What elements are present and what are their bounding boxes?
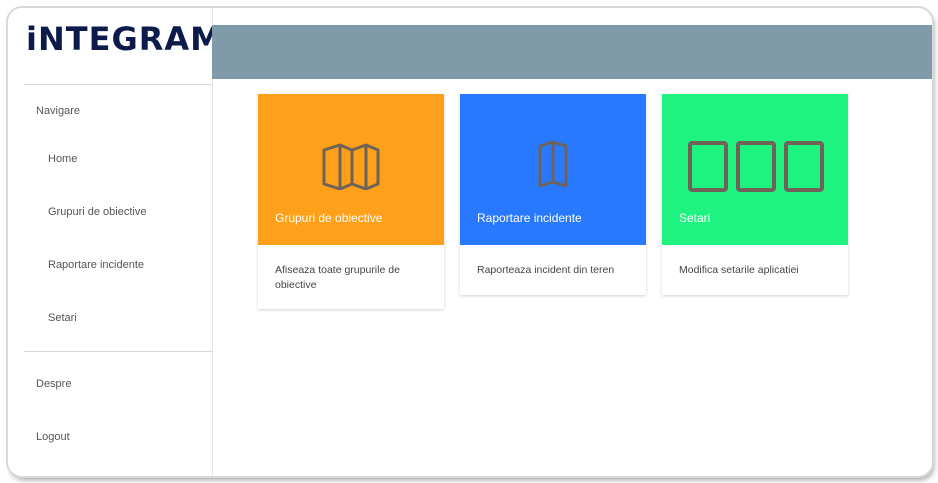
sidebar-item-setari[interactable]: Setari — [48, 312, 77, 324]
sidebar-divider-bottom — [24, 351, 212, 352]
grid-icon — [688, 141, 824, 192]
nav-section-label: Navigare — [36, 105, 81, 117]
map-marker-icon — [538, 140, 568, 188]
card-description: Raporteaza incident din teren — [477, 264, 615, 276]
sidebar-item-home[interactable]: Home — [48, 153, 77, 165]
top-app-bar — [212, 25, 932, 79]
sidebar-item-grupuri-de-obiective[interactable]: Grupuri de obiective — [48, 206, 146, 218]
sidebar-divider-top — [24, 84, 212, 85]
integram-logo[interactable]: iNTEGRAM — [26, 20, 223, 58]
sidebar-item-logout[interactable]: Logout — [36, 431, 70, 443]
card-grupuri-de-obiective[interactable]: Grupuri de obiective Afiseaza toate grup… — [258, 94, 444, 309]
card-description: Modifica setarile aplicatiei — [679, 264, 799, 276]
sidebar-item-raportare-incidente[interactable]: Raportare incidente — [48, 259, 144, 271]
card-raportare-incidente[interactable]: Raportare incidente Raporteaza incident … — [460, 94, 646, 295]
card-header: Grupuri de obiective — [258, 94, 444, 245]
card-title: Setari — [679, 211, 711, 225]
sidebar-item-despre[interactable]: Despre — [36, 378, 71, 390]
card-title: Grupuri de obiective — [275, 211, 383, 225]
card-setari[interactable]: Setari Modifica setarile aplicatiei — [662, 94, 848, 295]
card-header: Setari — [662, 94, 848, 245]
app-window: iNTEGRAM Navigare Home Grupuri de obiect… — [8, 8, 932, 476]
card-description: Afiseaza toate grupurile de obiective — [275, 264, 400, 292]
card-title: Raportare incidente — [477, 211, 582, 225]
sidebar: iNTEGRAM Navigare Home Grupuri de obiect… — [8, 8, 222, 476]
card-header: Raportare incidente — [460, 94, 646, 245]
map-icon — [322, 143, 380, 190]
